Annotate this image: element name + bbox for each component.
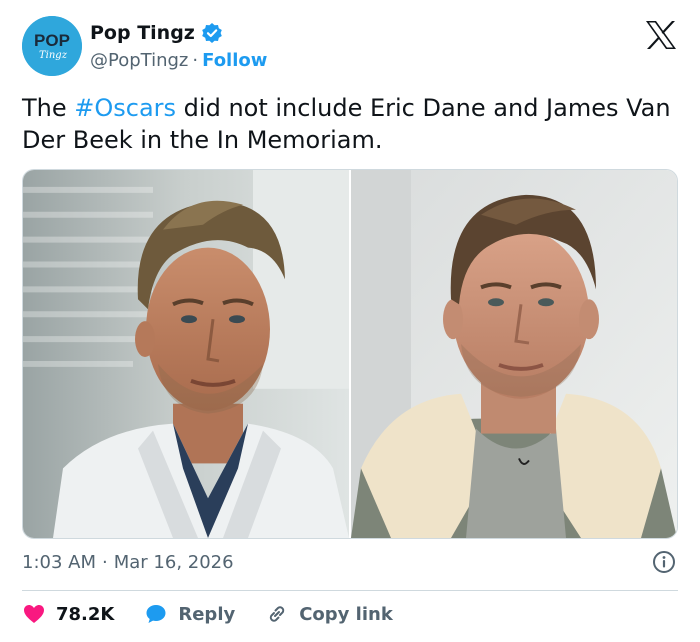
tweet-timestamp-row: 1:03 AM · Mar 16, 2026 xyxy=(22,550,678,574)
svg-text:POP: POP xyxy=(34,31,70,50)
reply-button[interactable]: Reply xyxy=(144,602,235,626)
photo-left[interactable] xyxy=(23,170,351,538)
heart-icon xyxy=(24,605,44,623)
tweet-actions: 78.2K Reply Copy link xyxy=(22,602,423,626)
tweet-text-prefix: The xyxy=(22,94,75,122)
x-logo-icon[interactable] xyxy=(644,20,678,50)
info-icon[interactable] xyxy=(652,550,676,574)
like-button[interactable]: 78.2K xyxy=(22,602,114,626)
copy-link-label: Copy link xyxy=(299,603,393,625)
verified-badge-icon xyxy=(201,22,223,44)
follow-button[interactable]: Follow xyxy=(202,50,267,71)
author-name-row: Pop Tingz xyxy=(90,22,223,44)
portrait-man-lab-coat xyxy=(23,170,349,538)
pop-tingz-logo: POP Tingz xyxy=(22,16,82,76)
like-count: 78.2K xyxy=(56,603,115,625)
photo-right[interactable] xyxy=(351,170,677,538)
svg-text:Tingz: Tingz xyxy=(39,50,68,61)
link-icon xyxy=(270,606,285,622)
handle-separator: · xyxy=(192,50,199,71)
tweet-time[interactable]: 1:03 AM xyxy=(22,552,96,573)
tweet-text: The #Oscars did not include Eric Dane an… xyxy=(22,92,682,156)
hashtag-link[interactable]: #Oscars xyxy=(74,94,176,122)
author-display-name[interactable]: Pop Tingz xyxy=(90,22,195,44)
author-handle-row: @PopTingz · Follow xyxy=(90,50,267,71)
tweet-date[interactable]: Mar 16, 2026 xyxy=(114,552,234,573)
divider xyxy=(22,590,678,591)
portrait-man-shearling-jacket xyxy=(351,170,677,538)
copy-link-button[interactable]: Copy link xyxy=(265,602,393,626)
reply-label: Reply xyxy=(178,603,236,625)
author-handle[interactable]: @PopTingz xyxy=(90,50,188,71)
tweet-embed-card: POP Tingz Pop Tingz @PopTingz · Follow The… xyxy=(0,0,700,642)
speech-bubble-icon xyxy=(146,605,166,623)
timestamp-separator: · xyxy=(102,552,108,573)
author-avatar[interactable]: POP Tingz xyxy=(22,16,82,76)
tweet-media-grid xyxy=(22,169,678,539)
